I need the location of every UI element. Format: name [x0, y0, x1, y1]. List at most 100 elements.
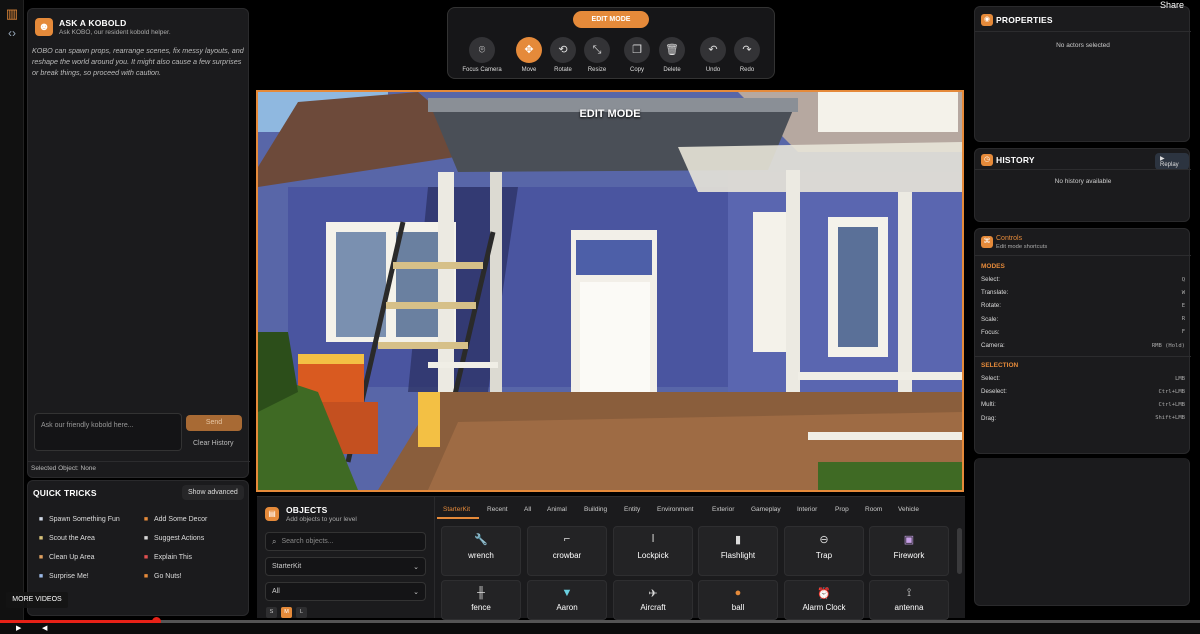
object-card[interactable]: ▣ Firework — [869, 526, 949, 576]
shortcut-key: Ctrl+LMB — [1158, 388, 1186, 395]
tab-exterior[interactable]: Exterior — [712, 506, 734, 513]
broom-icon: ■ — [38, 554, 44, 561]
trash-icon: 🗑 — [659, 37, 685, 63]
object-card[interactable]: ⊖ Trap — [784, 526, 864, 576]
object-card-label: antenna — [894, 603, 924, 612]
play-icon[interactable]: ▶ — [16, 624, 21, 632]
controls-title: Controls — [996, 235, 1023, 242]
quick-trick-label: Scout the Area — [49, 535, 95, 542]
quick-trick-label: Suggest Actions — [154, 535, 205, 542]
search-objects-field[interactable]: ⌕ Search objects... — [265, 532, 426, 551]
shortcut-label: Scale: — [981, 315, 999, 323]
object-card[interactable]: ǀ Lockpick — [613, 526, 693, 576]
tab-building[interactable]: Building — [584, 506, 607, 513]
tool-focus-camera-button[interactable]: ⌾ Focus Camera — [460, 37, 504, 73]
shortcut-label: Multi: — [981, 401, 996, 409]
code-icon[interactable]: ‹› — [2, 26, 22, 40]
object-card-label: Lockpick — [637, 551, 669, 560]
selected-tab-underline — [437, 517, 479, 519]
tab-room[interactable]: Room — [865, 506, 882, 513]
object-card[interactable]: ╫ fence — [441, 580, 521, 620]
filter-select-value: All — [272, 588, 280, 595]
map-icon[interactable]: ▥ — [2, 6, 22, 24]
object-card-label: crowbar — [552, 551, 582, 560]
replay-button[interactable]: ▶ Replay — [1155, 153, 1189, 170]
tab-all[interactable]: All — [524, 506, 531, 513]
send-button[interactable]: Send — [186, 415, 242, 431]
share-button[interactable]: Share — [1160, 0, 1184, 10]
quick-trick-button[interactable]: ■ Go Nuts! — [142, 567, 247, 586]
object-card[interactable]: ▮ Flashlight — [698, 526, 778, 576]
clear-history-button[interactable]: Clear History — [193, 440, 233, 447]
flashlight-icon: ▮ — [734, 534, 742, 546]
tab-prop[interactable]: Prop — [835, 506, 849, 513]
object-card-label: Firework — [893, 551, 925, 560]
objects-title: OBJECTS — [286, 505, 328, 515]
game-viewport[interactable]: EDIT MODE — [256, 90, 964, 492]
tool-resize-button[interactable]: ⤡ Resize — [575, 37, 619, 73]
shortcut-key: F — [1181, 329, 1185, 336]
quick-trick-button[interactable]: ■ Surprise Me! — [37, 567, 142, 586]
tab-interior[interactable]: Interior — [797, 506, 817, 513]
viewport-edit-mode-label: EDIT MODE — [579, 108, 641, 120]
quick-trick-label: Surprise Me! — [49, 573, 89, 580]
shortcut-key: LMB — [1175, 375, 1185, 382]
object-card[interactable]: ⌐ crowbar — [527, 526, 607, 576]
shortcut-row: Deselect: Ctrl+LMB — [981, 385, 1185, 398]
shortcut-key: RMB (Hold) — [1151, 342, 1185, 349]
shortcut-label: Rotate: — [981, 302, 1001, 310]
quick-trick-button[interactable]: ■ Suggest Actions — [142, 529, 247, 548]
object-card[interactable]: ● ball — [698, 580, 778, 620]
tab-animal[interactable]: Animal — [547, 506, 567, 513]
tab-gameplay[interactable]: Gameplay — [751, 506, 781, 513]
quick-trick-button[interactable]: ■ Scout the Area — [37, 529, 142, 548]
kit-select[interactable]: StarterKit ⌄ — [265, 557, 426, 576]
object-card[interactable]: ⟟ antenna — [869, 580, 949, 620]
filter-select[interactable]: All ⌄ — [265, 582, 426, 601]
objects-scrollbar[interactable] — [957, 528, 962, 574]
tab-starterkit[interactable]: StarterKit — [443, 506, 470, 513]
tab-entity[interactable]: Entity — [624, 506, 640, 513]
edit-mode-pill[interactable]: EDIT MODE — [573, 11, 649, 28]
object-card-label: Aircraft — [640, 603, 666, 612]
properties-panel: ◉ PROPERTIES No actors selected — [974, 6, 1191, 142]
tab-recent[interactable]: Recent — [487, 506, 508, 513]
video-controls-bar: ▶ ◀ — [0, 623, 1200, 634]
shortcut-label: Camera: — [981, 342, 1005, 350]
tool-redo-button[interactable]: ↷ Redo — [725, 37, 769, 73]
quick-tricks-title: QUICK TRICKS — [33, 488, 97, 498]
properties-title: PROPERTIES — [996, 15, 1053, 25]
size-l-chip[interactable]: L — [296, 607, 307, 618]
quick-trick-button[interactable]: ■ Spawn Something Fun — [37, 510, 142, 529]
replay-label: Replay — [1160, 162, 1179, 168]
object-card[interactable]: ▼ Aaron — [527, 580, 607, 620]
more-videos-button[interactable]: MORE VIDEOS — [6, 592, 68, 608]
controls-subtitle: Edit mode shortcuts — [996, 244, 1048, 250]
size-m-chip[interactable]: M — [281, 607, 292, 618]
size-s-chip[interactable]: S — [266, 607, 277, 618]
quick-trick-button[interactable]: ■ Add Some Decor — [142, 510, 247, 529]
show-advanced-button[interactable]: Show advanced — [182, 485, 244, 500]
quick-trick-label: Add Some Decor — [154, 516, 208, 523]
quick-trick-button[interactable]: ■ Explain This — [142, 548, 247, 567]
ask-kobold-panel: ☻ ASK A KOBOLD Ask KOBO, our resident ko… — [27, 8, 250, 478]
volume-icon[interactable]: ◀ — [42, 624, 47, 632]
controls-panel: ⌘ Controls Edit mode shortcuts MODES Sel… — [974, 228, 1191, 454]
tab-environment[interactable]: Environment — [657, 506, 694, 513]
tool-delete-button[interactable]: 🗑 Delete — [650, 37, 694, 73]
object-card[interactable]: 🔧 wrench — [441, 526, 521, 576]
history-title: HISTORY — [996, 155, 1035, 165]
object-card-label: Alarm Clock — [802, 603, 846, 612]
quick-trick-button[interactable]: ■ Clean Up Area — [37, 548, 142, 567]
object-card-label: Trap — [815, 551, 833, 560]
right-panel-empty-area — [974, 458, 1190, 606]
shortcut-row: Multi: Ctrl+LMB — [981, 398, 1185, 411]
object-card[interactable]: ⏰ Alarm Clock — [784, 580, 864, 620]
object-card-label: fence — [471, 603, 491, 612]
tool-label: Resize — [587, 67, 607, 73]
tool-label: Focus Camera — [462, 67, 502, 73]
tab-vehicle[interactable]: Vehicle — [898, 506, 919, 513]
sparkle-icon: ■ — [38, 573, 44, 580]
object-card[interactable]: ✈ Aircraft — [613, 580, 693, 620]
kobold-chat-input[interactable]: Ask our friendly kobold here... — [34, 413, 182, 451]
